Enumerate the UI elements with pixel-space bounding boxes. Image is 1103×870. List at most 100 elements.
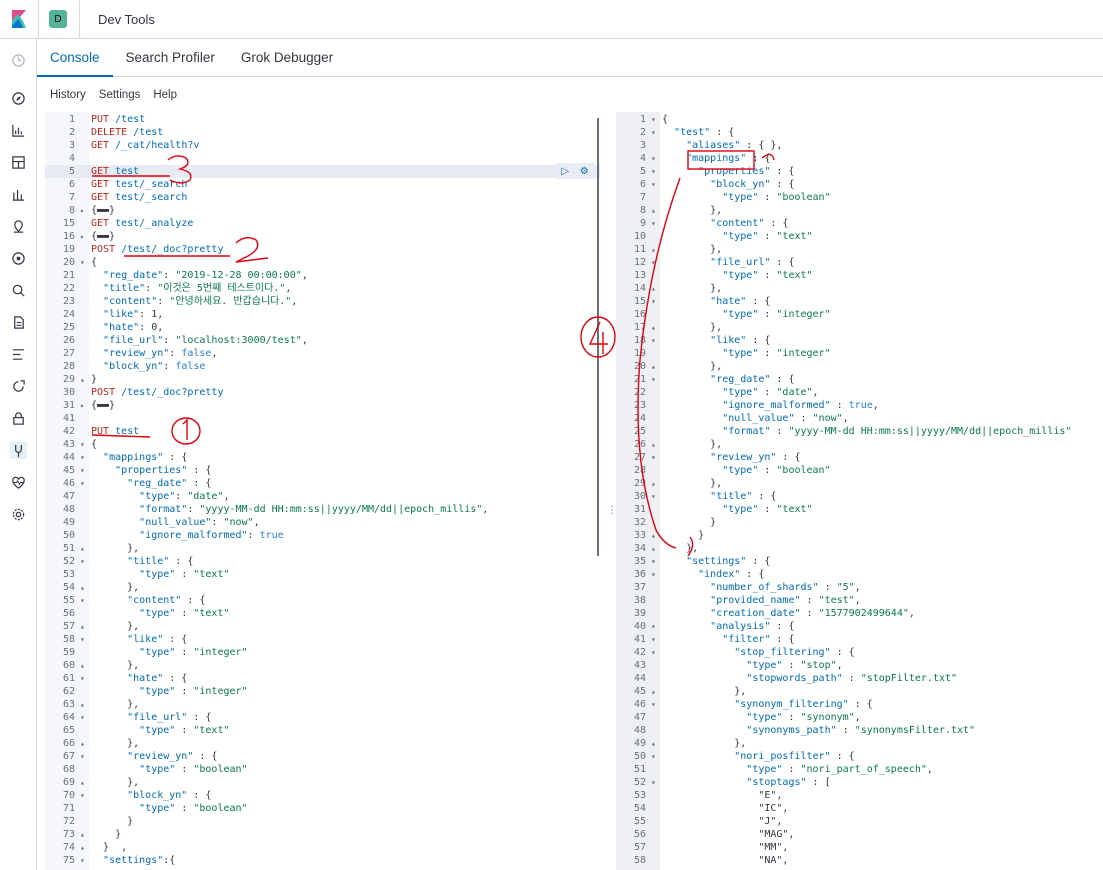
request-line[interactable]: 20 ▾{ — [45, 256, 600, 269]
space-badge[interactable]: D — [49, 10, 67, 28]
response-line[interactable]: 7 "type" : "boolean" — [616, 191, 1103, 204]
fold-toggle-icon[interactable]: ▾ — [80, 854, 85, 867]
request-line[interactable]: 53 "type" : "text" — [45, 568, 600, 581]
request-line[interactable]: 56 "type" : "text" — [45, 607, 600, 620]
response-line[interactable]: 19 "type" : "integer" — [616, 347, 1103, 360]
request-line[interactable]: 72 } — [45, 815, 600, 828]
fold-toggle-icon[interactable]: ▴ — [651, 542, 656, 555]
request-line[interactable]: 45 ▾ "properties" : { — [45, 464, 600, 477]
request-line[interactable]: 8 ▸ {▬▬} — [45, 204, 600, 217]
request-line[interactable]: 4 — [45, 152, 600, 165]
fold-toggle-icon[interactable]: ▾ — [80, 555, 85, 568]
management-icon[interactable] — [10, 506, 27, 523]
request-line[interactable]: 16 ▸ {▬▬} — [45, 230, 600, 243]
response-line[interactable]: 42 ▾ "stop_filtering" : { — [616, 646, 1103, 659]
response-line[interactable]: 15 ▾ "hate" : { — [616, 295, 1103, 308]
fold-toggle-icon[interactable]: ▾ — [651, 568, 656, 581]
response-line[interactable]: 47 "type" : "synonym", — [616, 711, 1103, 724]
fold-toggle-icon[interactable]: ▾ — [651, 256, 656, 269]
request-line[interactable]: 65 "type" : "text" — [45, 724, 600, 737]
fold-toggle-icon[interactable]: ▴ — [80, 581, 85, 594]
request-line[interactable]: 2 DELETE /test — [45, 126, 600, 139]
request-line[interactable]: 47 "type": "date", — [45, 490, 600, 503]
fold-toggle-icon[interactable]: ▸ — [80, 230, 85, 243]
request-line[interactable]: 63 ▴ }, — [45, 698, 600, 711]
fold-toggle-icon[interactable]: ▴ — [651, 204, 656, 217]
fold-toggle-icon[interactable]: ▴ — [651, 477, 656, 490]
response-line[interactable]: 50 ▾ "nori_posfilter" : { — [616, 750, 1103, 763]
response-line[interactable]: 17 ▴ }, — [616, 321, 1103, 334]
fold-toggle-icon[interactable]: ▾ — [651, 126, 656, 139]
tab-console[interactable]: Console — [37, 39, 113, 77]
fold-toggle-icon[interactable]: ▴ — [651, 243, 656, 256]
response-line[interactable]: 32 } — [616, 516, 1103, 529]
response-line[interactable]: 24 "null_value" : "now", — [616, 412, 1103, 425]
request-line[interactable]: 28 "block_yn": false — [45, 360, 600, 373]
compass-icon[interactable] — [10, 90, 27, 107]
response-line[interactable]: 44 "stopwords_path" : "stopFilter.txt" — [616, 672, 1103, 685]
request-line[interactable]: 54 ▴ }, — [45, 581, 600, 594]
request-line[interactable]: 57 ▴ }, — [45, 620, 600, 633]
request-line[interactable]: 74 ▴ } , — [45, 841, 600, 854]
response-line[interactable]: 23 "ignore_malformed" : true, — [616, 399, 1103, 412]
fold-toggle-icon[interactable]: ▾ — [80, 789, 85, 802]
fold-toggle-icon[interactable]: ▴ — [651, 737, 656, 750]
response-line[interactable]: 34 ▴ }, — [616, 542, 1103, 555]
fold-toggle-icon[interactable]: ▴ — [80, 542, 85, 555]
response-line[interactable]: 6 ▾ "block_yn" : { — [616, 178, 1103, 191]
fold-toggle-icon[interactable]: ▾ — [80, 594, 85, 607]
response-line[interactable]: 9 ▾ "content" : { — [616, 217, 1103, 230]
response-line[interactable]: 55 "J", — [616, 815, 1103, 828]
fold-toggle-icon[interactable]: ▾ — [80, 750, 85, 763]
response-line[interactable]: 5 ▾ "properties" : { — [616, 165, 1103, 178]
request-editor-scrollbar[interactable] — [597, 118, 599, 556]
response-line[interactable]: 43 "type" : "stop", — [616, 659, 1103, 672]
response-line[interactable]: 49 ▴ }, — [616, 737, 1103, 750]
fold-toggle-icon[interactable]: ▴ — [80, 776, 85, 789]
response-line[interactable]: 40 ▾ "analysis" : { — [616, 620, 1103, 633]
fold-toggle-icon[interactable]: ▾ — [651, 776, 656, 789]
request-line[interactable]: 73 ▴ } — [45, 828, 600, 841]
fold-toggle-icon[interactable]: ▴ — [80, 828, 85, 841]
request-line[interactable]: 7 GET test/_search — [45, 191, 600, 204]
request-line[interactable]: 31 ▸ {▬▬} — [45, 399, 600, 412]
request-line[interactable]: 51 ▴ }, — [45, 542, 600, 555]
request-line[interactable]: 59 "type" : "integer" — [45, 646, 600, 659]
response-line[interactable]: 21 ▾ "reg_date" : { — [616, 373, 1103, 386]
response-line[interactable]: 25 "format" : "yyyy-MM-dd HH:mm:ss||yyyy… — [616, 425, 1103, 438]
fold-toggle-icon[interactable]: ▾ — [651, 490, 656, 503]
response-line[interactable]: 30 ▾ "title" : { — [616, 490, 1103, 503]
fold-toggle-icon[interactable]: ▴ — [80, 737, 85, 750]
request-line[interactable]: 49 "null_value": "now", — [45, 516, 600, 529]
response-line[interactable]: 56 "MAG", — [616, 828, 1103, 841]
tab-grok-debugger[interactable]: Grok Debugger — [228, 39, 346, 77]
response-line[interactable]: 14 ▴ }, — [616, 282, 1103, 295]
fold-toggle-icon[interactable]: ▾ — [651, 646, 656, 659]
response-line[interactable]: 16 "type" : "integer" — [616, 308, 1103, 321]
fold-toggle-icon[interactable]: ▸ — [80, 204, 85, 217]
fold-toggle-icon[interactable]: ▾ — [651, 698, 656, 711]
response-line[interactable]: 48 "synonyms_path" : "synonymsFilter.txt… — [616, 724, 1103, 737]
response-line[interactable]: 31 "type" : "text" — [616, 503, 1103, 516]
request-line[interactable]: 5 GET test — [45, 165, 600, 178]
request-line[interactable]: 44 ▾ "mappings" : { — [45, 451, 600, 464]
fold-toggle-icon[interactable]: ▾ — [651, 373, 656, 386]
request-line[interactable]: 23 "content": "안녕하세요. 반갑습니다.", — [45, 295, 600, 308]
fold-toggle-icon[interactable]: ▾ — [651, 451, 656, 464]
wrench-icon[interactable]: ⚙ — [580, 166, 589, 177]
dashboard-icon[interactable] — [10, 154, 27, 171]
fold-toggle-icon[interactable]: ▾ — [651, 178, 656, 191]
fold-toggle-icon[interactable]: ▾ — [80, 451, 85, 464]
response-line[interactable]: 27 ▾ "review_yn" : { — [616, 451, 1103, 464]
fold-toggle-icon[interactable]: ▾ — [80, 672, 85, 685]
request-line[interactable]: 52 ▾ "title" : { — [45, 555, 600, 568]
play-icon[interactable]: ▷ — [561, 166, 569, 177]
response-line[interactable]: 1 ▾{ — [616, 113, 1103, 126]
request-line[interactable]: 67 ▾ "review_yn" : { — [45, 750, 600, 763]
help-link[interactable]: Help — [153, 89, 177, 101]
response-line[interactable]: 22 "type" : "date", — [616, 386, 1103, 399]
fold-toggle-icon[interactable]: ▴ — [80, 698, 85, 711]
request-line[interactable]: 15 GET test/_analyze — [45, 217, 600, 230]
request-line[interactable]: 25 "hate": 0, — [45, 321, 600, 334]
fold-toggle-icon[interactable]: ▴ — [651, 438, 656, 451]
